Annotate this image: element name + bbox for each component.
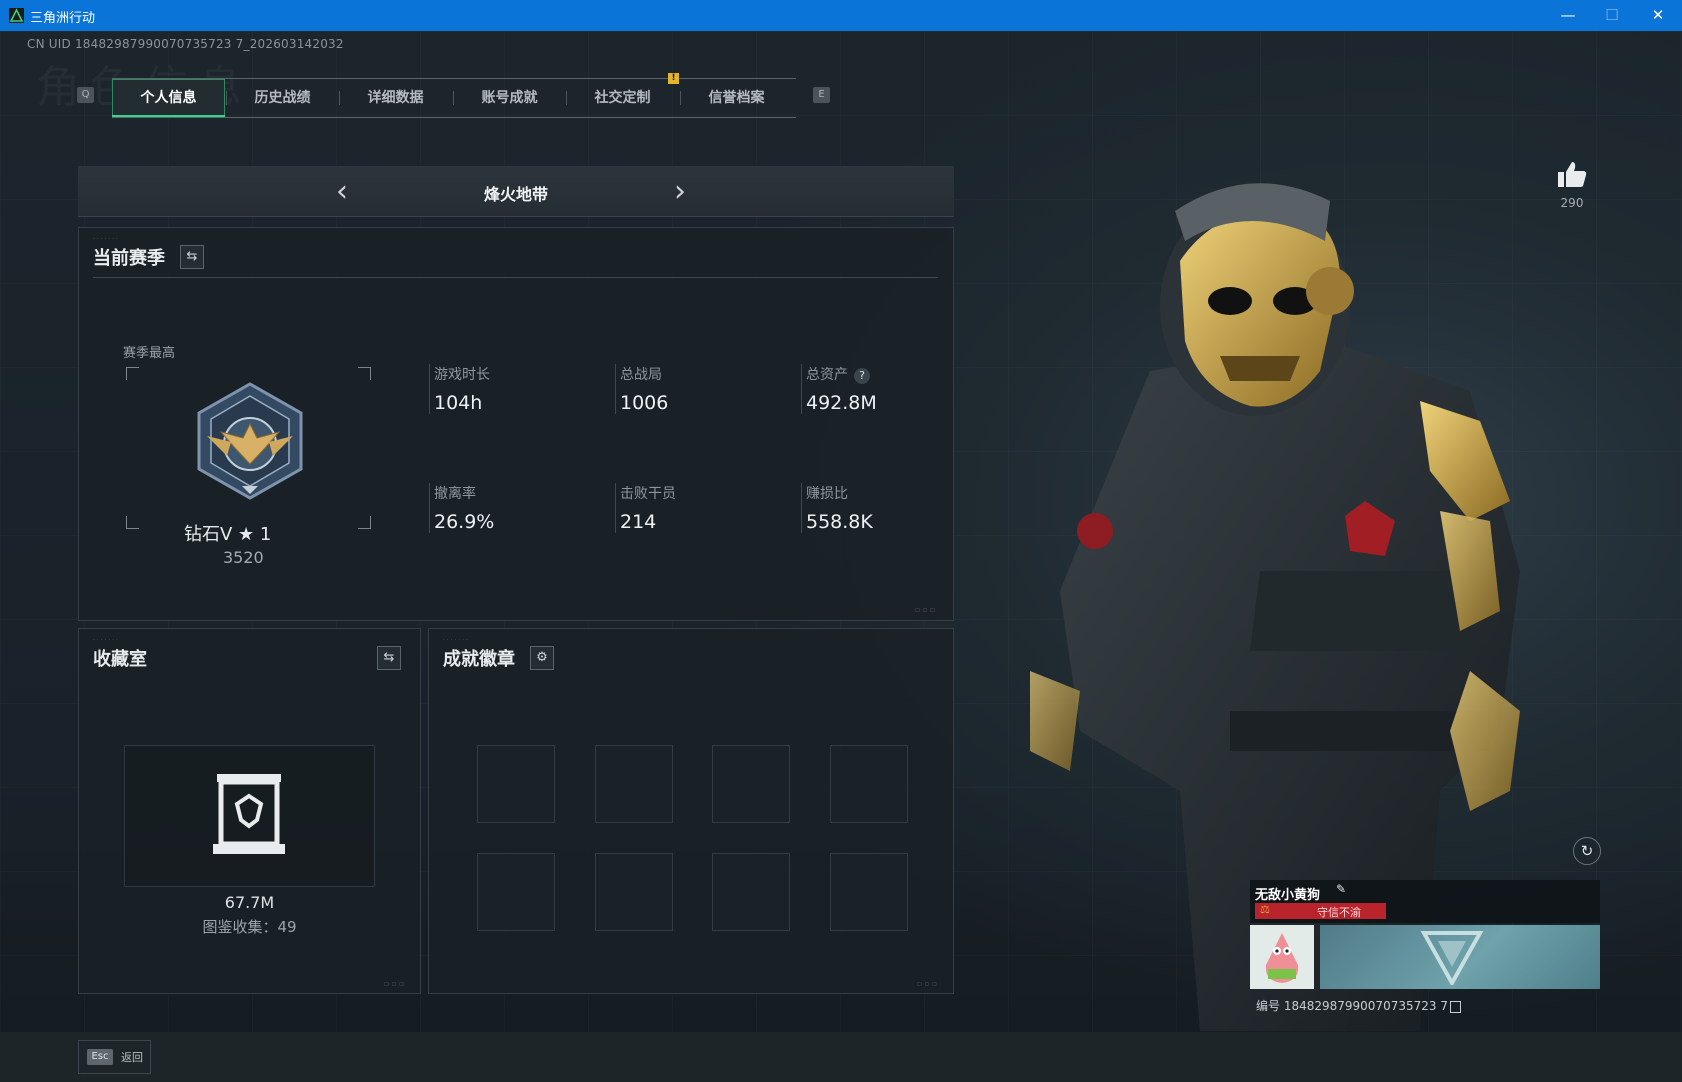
back-button[interactable]: Esc 返回 <box>78 1040 151 1074</box>
frame-corner <box>126 516 139 529</box>
tabs-bottom-line <box>112 117 796 118</box>
stat-total-matches: 总战局 1006 <box>615 364 668 414</box>
stat-label: 击败干员 <box>620 486 676 502</box>
esc-key: Esc <box>87 1049 113 1065</box>
stat-value: 214 <box>620 511 657 533</box>
bottom-bar: Esc 返回 <box>0 1032 1682 1082</box>
panel-decor-dots: ▫▫▫ <box>384 979 407 988</box>
window-title: 三角洲行动 <box>30 11 96 26</box>
refresh-icon[interactable]: ↻ <box>1573 837 1601 865</box>
panel-decor-dots: ▫▫▫ <box>915 605 938 614</box>
badge-slot[interactable] <box>712 853 790 931</box>
stat-value: 104h <box>434 392 483 414</box>
player-id: 编号 18482987990070735723 7 <box>1256 997 1461 1014</box>
player-card: 无敌小黄狗 ✎ ⚖ 守信不渝 编号 18482987990070735723 7 <box>1250 880 1600 1013</box>
badge-slot[interactable] <box>477 745 555 823</box>
stat-label: 赚损比 <box>806 486 848 502</box>
help-icon[interactable]: ? <box>854 368 870 384</box>
close-button[interactable]: ✕ <box>1642 4 1674 26</box>
window-title-bar: 三角洲行动 — ☐ ✕ <box>0 0 1682 31</box>
badges-panel: · · · · · · · 成就徽章 ⚙ ▫▫▫ <box>428 628 954 994</box>
panel-decor-text: · · · · · · · <box>443 637 468 644</box>
delta-logo-icon <box>1420 931 1484 985</box>
badge-slot[interactable] <box>830 745 908 823</box>
maximize-button[interactable]: ☐ <box>1596 4 1628 26</box>
honor-badge: ⚖ 守信不渝 <box>1255 903 1386 919</box>
stat-label: 游戏时长 <box>434 367 490 383</box>
back-label: 返回 <box>121 1051 143 1064</box>
edit-icon[interactable]: ✎ <box>1336 882 1346 896</box>
stat-label: 撤离率 <box>434 486 476 502</box>
scale-icon: ⚖ <box>1260 903 1270 916</box>
badge-slot[interactable] <box>595 853 673 931</box>
rank-emblem-icon <box>197 382 303 500</box>
stat-label: 总战局 <box>620 367 662 383</box>
stat-operators-defeated: 击败干员 214 <box>615 483 676 533</box>
collection-count: 图鉴收集：49 <box>202 918 297 936</box>
season-title: 当前赛季 <box>93 248 165 269</box>
copy-icon[interactable] <box>1449 1000 1461 1013</box>
stat-total-assets: 总资产? 492.8M <box>801 364 877 414</box>
stat-profit-loss-ratio: 赚损比 558.8K <box>801 483 873 533</box>
tab-social-customize[interactable]: 社交定制 <box>566 79 679 117</box>
rank-name: 钻石V ★ 1 <box>184 524 272 545</box>
player-banner[interactable] <box>1320 925 1600 989</box>
tab-next-key[interactable]: E <box>813 87 830 103</box>
collection-display[interactable] <box>124 745 375 887</box>
rank-score: 3520 <box>223 548 264 567</box>
tab-detailed-data[interactable]: 详细数据 <box>339 79 452 117</box>
stat-label: 总资产? <box>806 364 877 384</box>
stat-play-time: 游戏时长 104h <box>429 364 490 414</box>
panel-decor-text: · · · · · · · <box>93 637 118 644</box>
tab-prev-key[interactable]: Q <box>77 87 94 103</box>
display-case-icon <box>213 774 285 854</box>
like-block[interactable]: 290 <box>1555 160 1589 210</box>
badge-slot[interactable] <box>712 745 790 823</box>
thumbs-up-icon[interactable] <box>1557 160 1587 188</box>
panel-divider <box>93 277 938 278</box>
collection-panel: · · · · · · · 收藏室 ⇆ 67.7M 图鉴收集：49 ▫▫▫ <box>78 628 421 994</box>
mode-name: 烽火地带 <box>483 185 548 204</box>
honor-title: 守信不渝 <box>1317 906 1361 919</box>
tab-history[interactable]: 历史战绩 <box>226 79 339 117</box>
player-name: 无敌小黄狗 <box>1255 888 1321 903</box>
gear-icon[interactable]: ⚙ <box>530 646 554 670</box>
swap-icon[interactable]: ⇆ <box>180 245 204 269</box>
mode-selector: ‹ 烽火地带 › <box>78 166 954 217</box>
frame-corner <box>126 367 139 380</box>
avatar[interactable] <box>1250 925 1314 989</box>
frame-corner <box>358 367 371 380</box>
badges-title: 成就徽章 <box>443 649 515 670</box>
player-card-header: 无敌小黄狗 ✎ ⚖ 守信不渝 <box>1250 880 1600 923</box>
stat-extract-rate: 撤离率 26.9% <box>429 483 494 533</box>
collection-value: 67.7M <box>224 893 275 912</box>
like-count: 290 <box>1560 196 1584 210</box>
app-logo-icon <box>9 8 24 23</box>
chevron-right-icon[interactable]: › <box>674 174 686 209</box>
panel-decor-text: · · · · · · · <box>93 236 118 243</box>
tab-personal-info[interactable]: 个人信息 <box>112 79 225 117</box>
stat-value: 558.8K <box>806 511 873 533</box>
stat-value: 1006 <box>620 392 669 414</box>
swap-icon[interactable]: ⇆ <box>377 646 401 670</box>
frame-corner <box>358 516 371 529</box>
badge-slot[interactable] <box>595 745 673 823</box>
tab-credit-record[interactable]: 信誉档案 <box>680 79 793 117</box>
stat-value: 26.9% <box>434 511 495 533</box>
panel-decor-dots: ▫▫▫ <box>917 979 940 988</box>
rank-label: 赛季最高 <box>123 346 176 361</box>
season-panel: · · · · · · · 当前赛季 ⇆ 赛季最高 钻石V ★ 1 3520 游… <box>78 227 954 621</box>
player-id-text: 编号 18482987990070735723 7 <box>1256 999 1448 1013</box>
minimize-button[interactable]: — <box>1552 4 1584 26</box>
badge-slot[interactable] <box>477 853 555 931</box>
stat-label-text: 总资产 <box>806 367 848 383</box>
stat-value: 492.8M <box>806 392 877 414</box>
tab-achievements[interactable]: 账号成就 <box>453 79 566 117</box>
badge-slot[interactable] <box>830 853 908 931</box>
uid-line: CN UID 18482987990070735723 7_2026031420… <box>27 37 344 51</box>
game-screen: 角色信息 CN UID 18482987990070735723 7_20260… <box>0 31 1682 1082</box>
collection-title: 收藏室 <box>93 649 147 670</box>
avatar-image <box>1250 925 1314 989</box>
